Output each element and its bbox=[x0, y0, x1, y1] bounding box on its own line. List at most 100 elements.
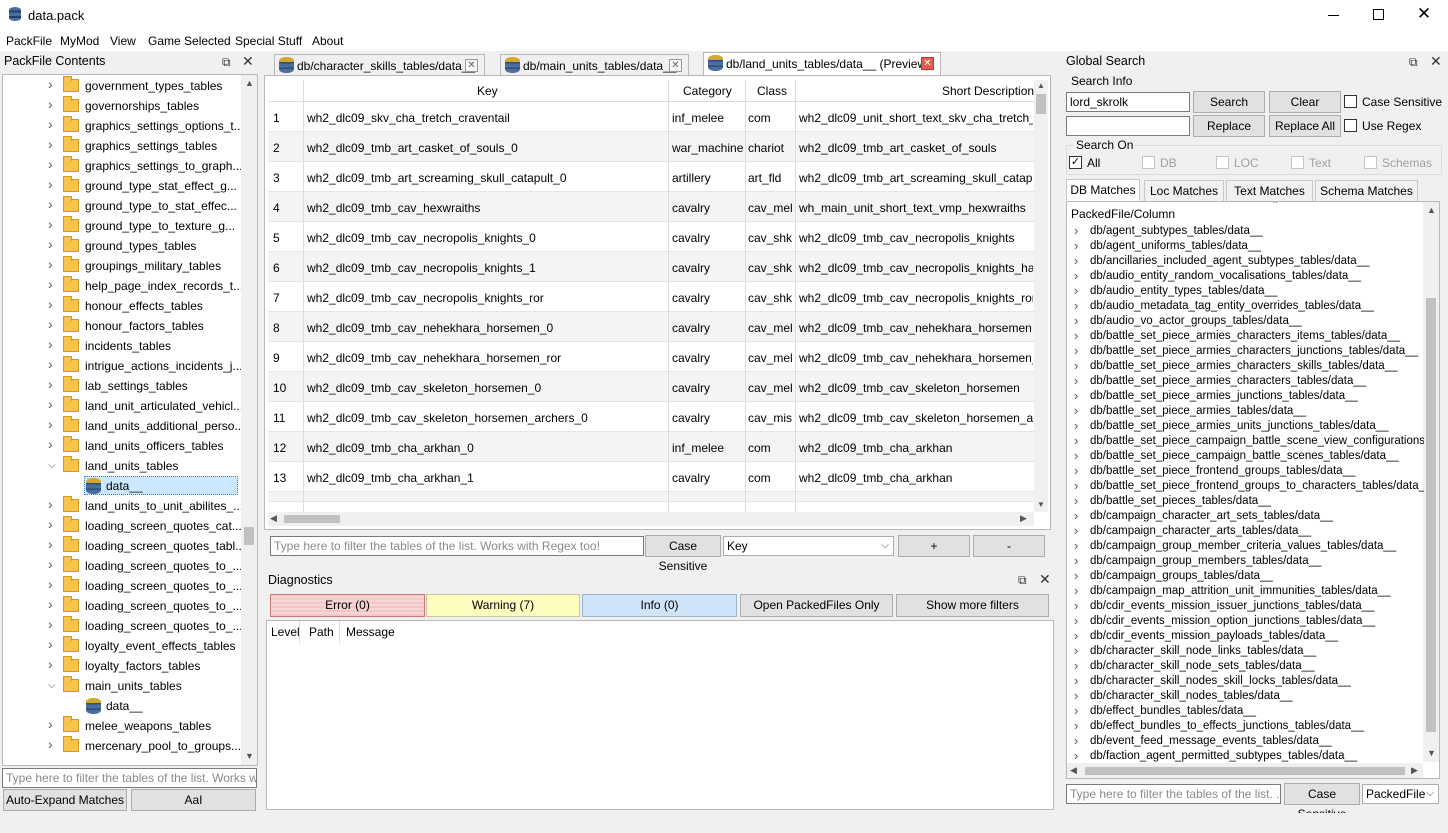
cell-key[interactable]: wh2_dlc09_skv_cha_tretch_craventail bbox=[307, 111, 667, 125]
chevron-right-icon[interactable]: › bbox=[1074, 750, 1078, 763]
scroll-right-icon[interactable]: ▶ bbox=[1411, 765, 1418, 776]
tree-scrollbar[interactable]: ▲ ▼ bbox=[241, 75, 257, 765]
table-row[interactable]: 2 wh2_dlc09_tmb_art_casket_of_souls_0 war_… bbox=[268, 132, 1034, 162]
chevron-right-icon[interactable]: › bbox=[48, 636, 53, 652]
use-regex-checkbox[interactable] bbox=[1344, 119, 1357, 132]
replace-button[interactable]: Replace bbox=[1193, 115, 1265, 137]
chevron-right-icon[interactable]: › bbox=[1074, 495, 1078, 508]
col-header-key[interactable]: Key bbox=[477, 84, 498, 98]
diag-col-path[interactable]: Path bbox=[309, 625, 334, 639]
tree-item-folder[interactable]: › graphics_settings_to_graph... bbox=[3, 156, 241, 176]
scroll-up-icon[interactable]: ▲ bbox=[1037, 81, 1045, 90]
chevron-right-icon[interactable]: › bbox=[48, 216, 53, 232]
cell-short-description[interactable]: wh2_dlc09_tmb_cav_necropolis_knights_ror bbox=[799, 291, 1033, 305]
chevron-right-icon[interactable]: › bbox=[48, 716, 53, 732]
search-on-db-checkbox[interactable] bbox=[1142, 156, 1155, 169]
chevron-right-icon[interactable]: › bbox=[48, 256, 53, 272]
cell-class[interactable]: art_fld bbox=[748, 171, 794, 185]
cell-category[interactable]: inf_melee bbox=[672, 111, 746, 125]
table-hscrollbar[interactable]: ◀ ▶ bbox=[268, 512, 1034, 526]
table-row[interactable]: 10 wh2_dlc09_tmb_cav_skeleton_horsemen_0 c… bbox=[268, 372, 1034, 402]
row-number[interactable]: 2 bbox=[273, 141, 303, 155]
table-hscroll-thumb[interactable] bbox=[284, 515, 340, 523]
cell-short-description[interactable]: wh2_dlc09_tmb_cha_arkhan bbox=[799, 471, 1033, 485]
search-result-item[interactable]: › db/ancillaries_included_agent_subtypes_… bbox=[1068, 255, 1424, 270]
search-result-item[interactable]: › db/battle_set_piece_armies_units_juncti… bbox=[1068, 420, 1424, 435]
chevron-right-icon[interactable]: › bbox=[48, 536, 53, 552]
cell-short-description[interactable]: wh2_dlc09_tmb_art_screaming_skull_catapu… bbox=[799, 171, 1033, 185]
chevron-right-icon[interactable]: › bbox=[1074, 675, 1078, 688]
chevron-right-icon[interactable]: › bbox=[48, 736, 53, 752]
results-hscrollbar[interactable]: ◀ ▶ bbox=[1067, 763, 1423, 778]
table-row[interactable]: 13 wh2_dlc09_tmb_cha_arkhan_1 cavalry com wh… bbox=[268, 462, 1034, 492]
tree-item-folder[interactable]: › ground_type_to_texture_g... bbox=[3, 216, 241, 236]
row-number[interactable]: 4 bbox=[273, 201, 303, 215]
cell-key[interactable]: wh2_dlc09_tmb_cav_skeleton_horsemen_0 bbox=[307, 381, 667, 395]
scroll-left-icon[interactable]: ◀ bbox=[270, 513, 277, 524]
cell-category[interactable]: cavalry bbox=[672, 261, 746, 275]
results-case-sensitive-button[interactable]: Case Sensitive bbox=[1284, 783, 1360, 821]
table-row[interactable]: 14 wh2_dlc09_tmb_cha_arkhan_2 war_machinec… bbox=[268, 492, 1034, 502]
tab-character-skills[interactable]: db/character_skills_tables/data__ ✕ bbox=[274, 54, 485, 76]
table-row[interactable]: 6 wh2_dlc09_tmb_cav_necropolis_knights_1 c… bbox=[268, 252, 1034, 282]
chevron-right-icon[interactable]: › bbox=[48, 136, 53, 152]
tree-item-folder[interactable]: › governorships_tables bbox=[3, 96, 241, 116]
cell-key[interactable]: wh2_dlc09_tmb_art_screaming_skull_catapu… bbox=[307, 171, 667, 185]
chevron-right-icon[interactable]: › bbox=[48, 496, 53, 512]
tree-item-folder[interactable]: › help_page_index_records_t... bbox=[3, 276, 241, 296]
close-icon[interactable]: ✕ bbox=[1414, 4, 1434, 24]
chevron-right-icon[interactable]: › bbox=[48, 156, 53, 172]
tree-item-folder[interactable]: › loading_screen_quotes_cat... bbox=[3, 516, 241, 536]
chevron-right-icon[interactable]: › bbox=[1074, 630, 1078, 643]
chevron-right-icon[interactable]: › bbox=[48, 336, 53, 352]
chevron-right-icon[interactable]: › bbox=[48, 376, 53, 392]
search-result-item[interactable]: › db/campaign_groups_tables/data__ bbox=[1068, 570, 1424, 585]
cell-short-description[interactable]: wh2_dlc09_unit_short_text_skv_cha_tretch… bbox=[799, 111, 1033, 125]
cell-category[interactable]: cavalry bbox=[672, 201, 746, 215]
aai-button[interactable]: AaI bbox=[131, 789, 256, 811]
row-number[interactable]: 7 bbox=[273, 291, 303, 305]
packfile-tree[interactable]: › government_types_tables › governorships_t… bbox=[2, 74, 258, 766]
cell-class[interactable]: cav_mel bbox=[748, 201, 794, 215]
chevron-right-icon[interactable]: › bbox=[48, 276, 53, 292]
scroll-down-icon[interactable]: ▼ bbox=[245, 751, 254, 761]
results-vscroll-thumb[interactable] bbox=[1426, 298, 1436, 732]
chevron-right-icon[interactable]: › bbox=[1074, 330, 1078, 343]
diag-col-level[interactable]: Level bbox=[271, 625, 300, 639]
cell-key[interactable]: wh2_dlc09_tmb_cav_necropolis_knights_ror bbox=[307, 291, 667, 305]
chevron-right-icon[interactable]: › bbox=[1074, 600, 1078, 613]
cell-class[interactable]: cav_shk bbox=[748, 291, 794, 305]
search-on-all-checkbox[interactable]: ✓ bbox=[1069, 156, 1082, 169]
tree-item-folder[interactable]: › incidents_tables bbox=[3, 336, 241, 356]
tab-close-icon[interactable]: ✕ bbox=[921, 57, 934, 70]
results-header[interactable]: PackedFile/Column bbox=[1071, 207, 1175, 221]
table-case-sensitive-button[interactable]: Case Sensitive bbox=[645, 535, 721, 573]
tree-item-folder[interactable]: › land_units_additional_perso... bbox=[3, 416, 241, 436]
chevron-right-icon[interactable]: › bbox=[1074, 645, 1078, 658]
tree-filter-input[interactable]: Type here to filter the tables of the li… bbox=[2, 768, 257, 788]
tab-schema-matches[interactable]: Schema Matches bbox=[1315, 180, 1418, 202]
search-result-item[interactable]: › db/battle_set_piece_armies_tables/data_… bbox=[1068, 405, 1424, 420]
menu-game-selected[interactable]: Game Selected bbox=[148, 34, 231, 48]
search-button[interactable]: Search bbox=[1193, 91, 1265, 113]
tab-close-icon[interactable]: ✕ bbox=[465, 59, 478, 72]
scroll-down-icon[interactable]: ▼ bbox=[1427, 748, 1436, 758]
tree-item-folder[interactable]: › loading_screen_quotes_tabl... bbox=[3, 536, 241, 556]
row-number[interactable]: 3 bbox=[273, 171, 303, 185]
table-row[interactable]: 1 wh2_dlc09_skv_cha_tretch_craventail inf_… bbox=[268, 102, 1034, 132]
tree-item-folder[interactable]: › land_units_to_unit_abilites_... bbox=[3, 496, 241, 516]
remove-filter-button[interactable]: - bbox=[973, 535, 1045, 557]
cell-short-description[interactable]: wh2_dlc09_tmb_cav_necropolis_knights_hal… bbox=[799, 261, 1033, 275]
menu-view[interactable]: View bbox=[110, 34, 136, 48]
error-filter-button[interactable]: Error (0) bbox=[270, 594, 425, 617]
search-result-item[interactable]: › db/campaign_group_members_tables/data__ bbox=[1068, 555, 1424, 570]
menu-packfile[interactable]: PackFile bbox=[6, 34, 52, 48]
table-vscrollbar[interactable]: ▲ ▼ bbox=[1034, 80, 1048, 512]
search-result-item[interactable]: › db/character_skill_nodes_tables/data__ bbox=[1068, 690, 1424, 705]
float-icon[interactable]: ⧉ bbox=[1409, 55, 1418, 70]
cell-class[interactable]: chariot bbox=[748, 141, 794, 155]
cell-category[interactable]: cavalry bbox=[672, 351, 746, 365]
results-filter-input[interactable]: Type here to filter the tables of the li… bbox=[1066, 784, 1281, 804]
open-packedfiles-only-button[interactable]: Open PackedFiles Only bbox=[740, 594, 893, 617]
cell-short-description[interactable]: wh2_dlc09_tmb_cha_arkhan bbox=[799, 441, 1033, 455]
